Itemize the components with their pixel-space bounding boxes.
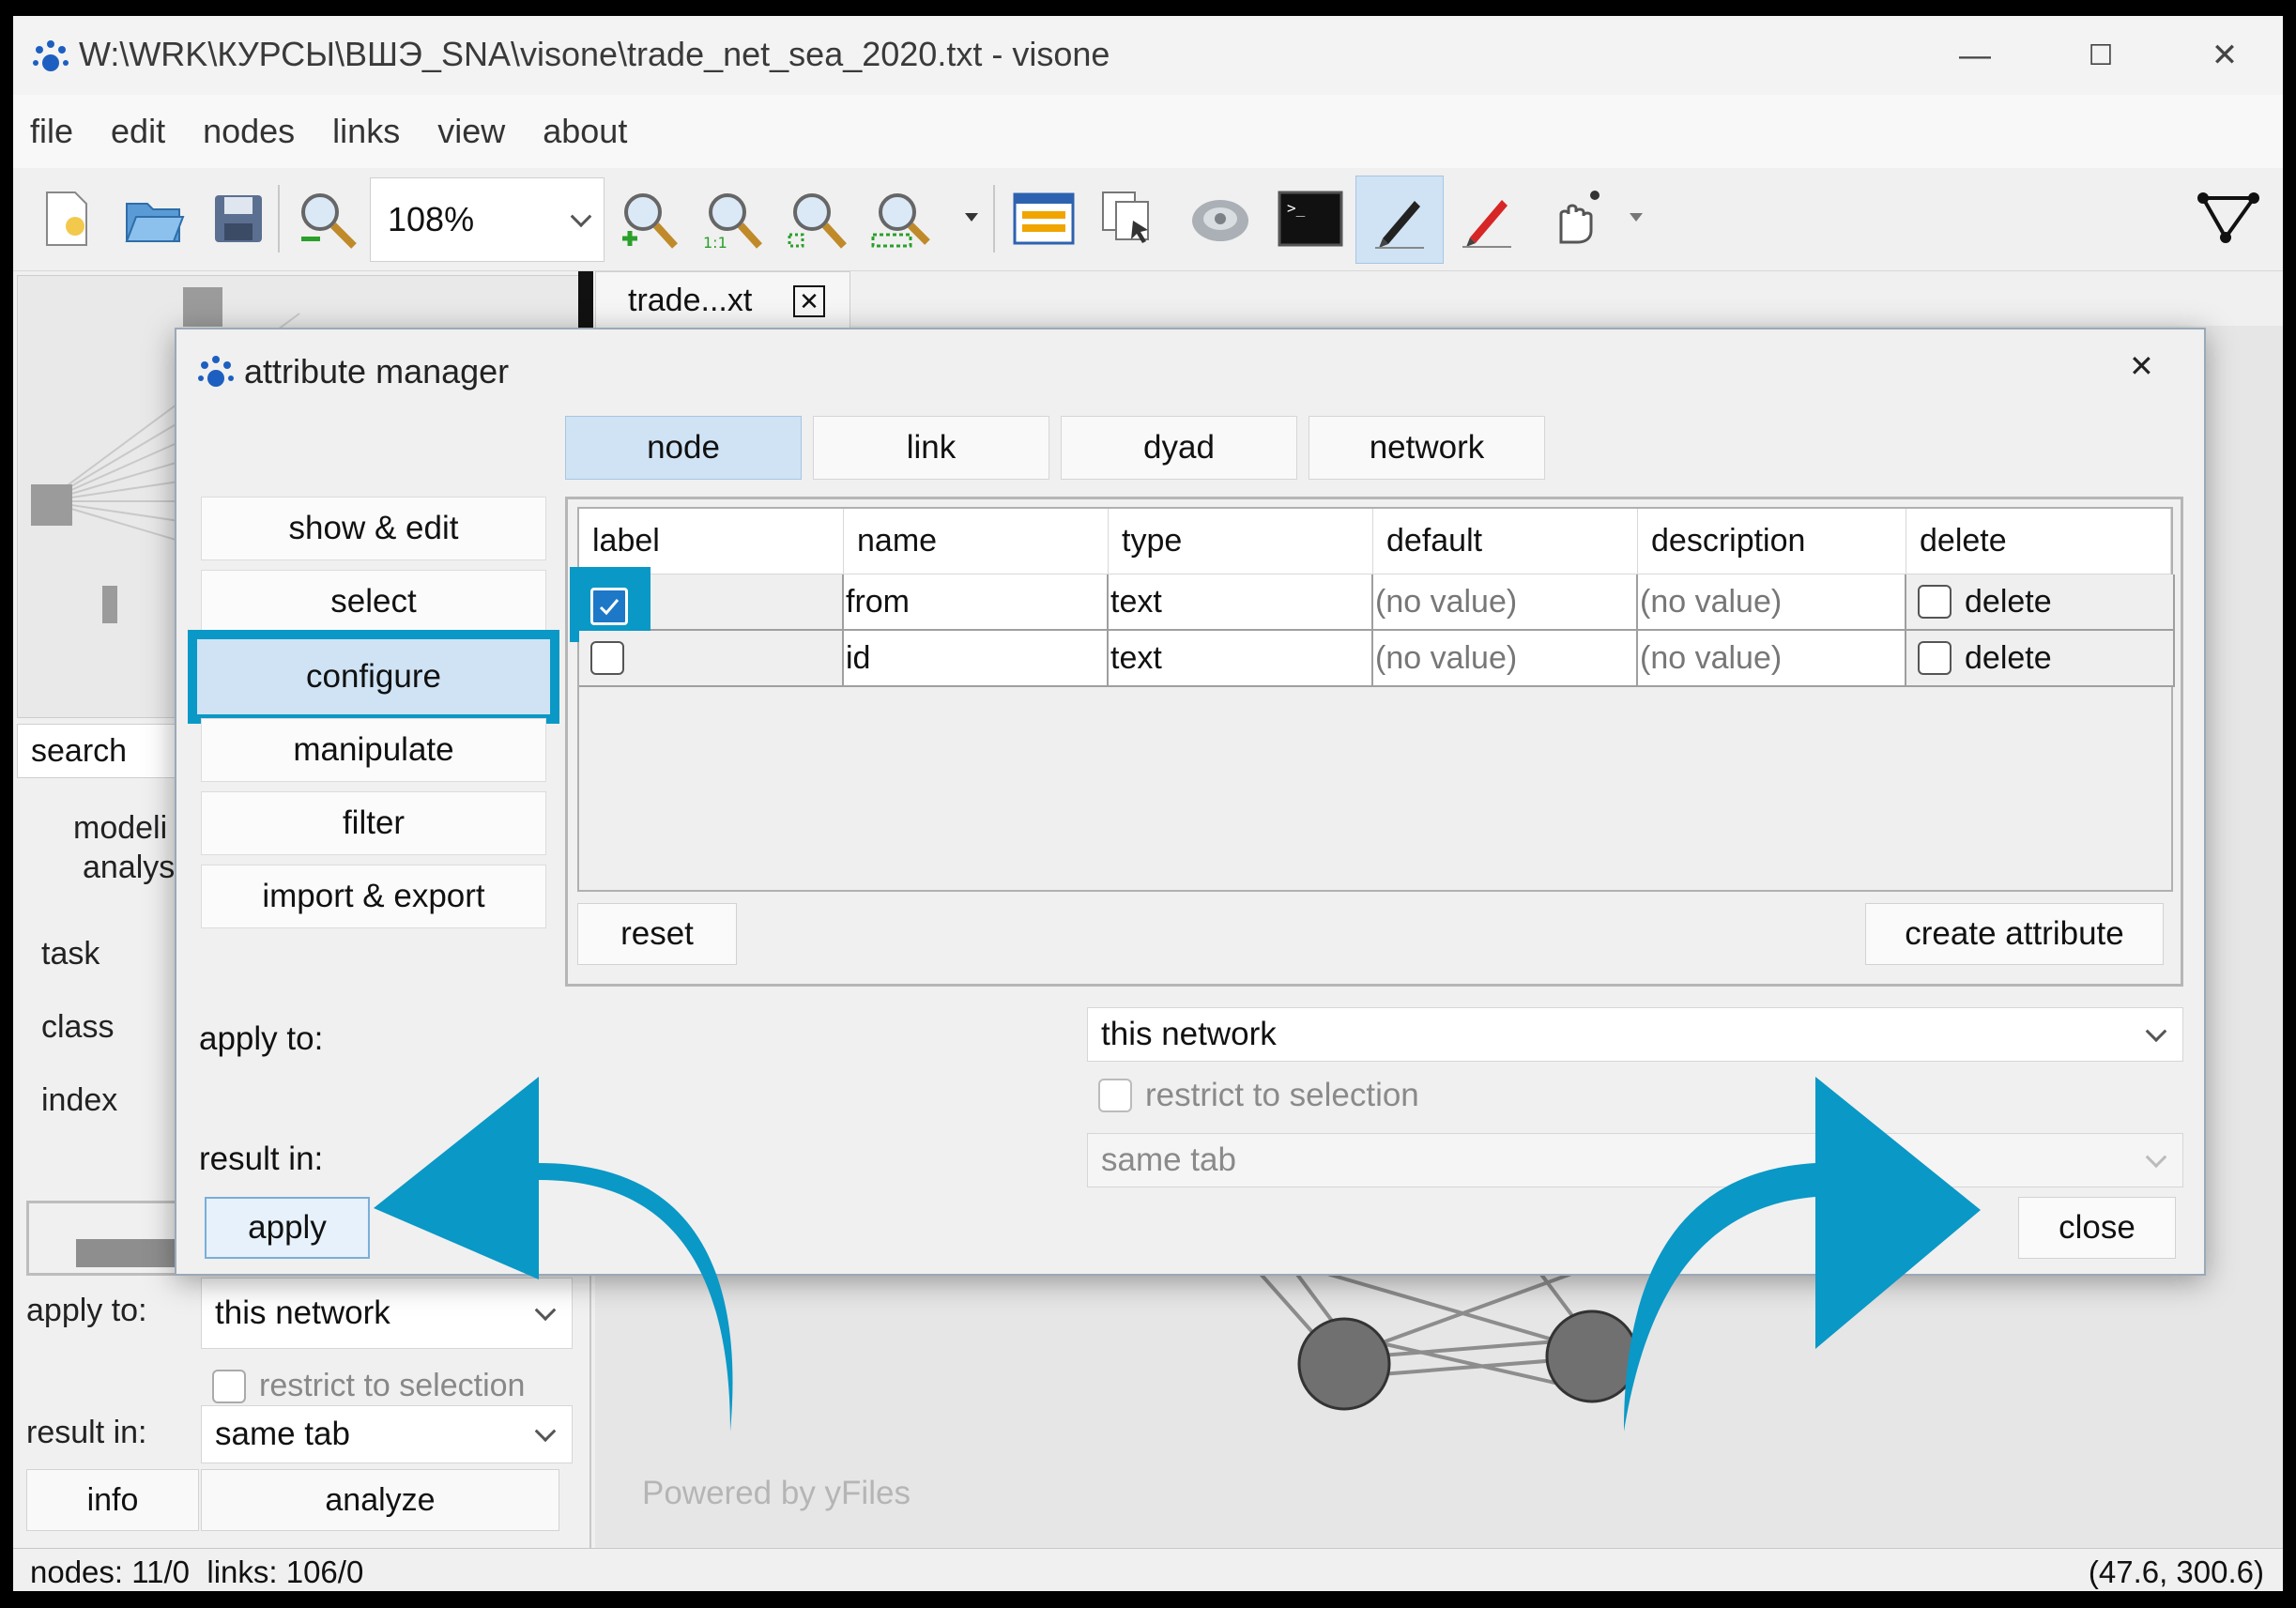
left-curved-arrow-icon <box>374 1077 733 1432</box>
annotation-arrows <box>374 1077 1981 1432</box>
right-curved-arrow-icon <box>1624 1077 1981 1432</box>
main-window: W:\WRK\КУРСЫ\ВШЭ_SNA\visone\trade_net_se… <box>13 16 2283 1591</box>
